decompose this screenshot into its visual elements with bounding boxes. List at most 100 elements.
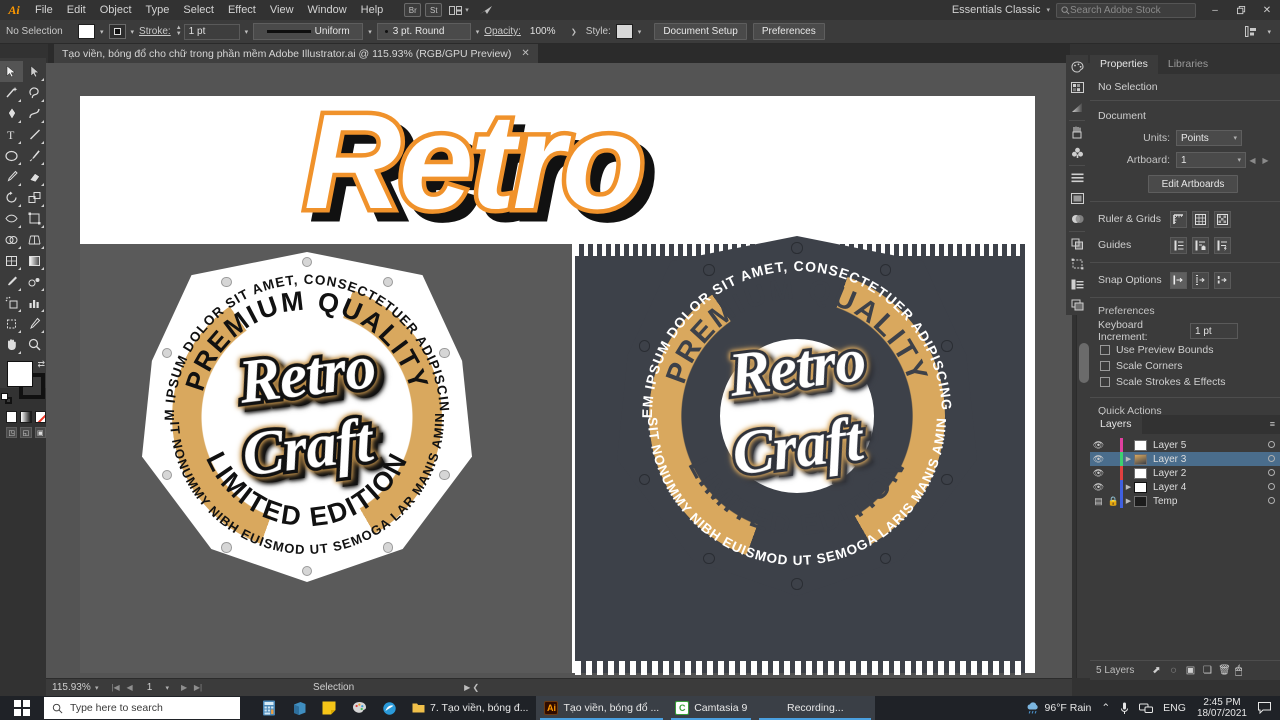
tool-width[interactable]: [0, 208, 23, 229]
align-options-icon[interactable]: [1245, 26, 1257, 37]
preferences-button[interactable]: Preferences: [752, 23, 825, 40]
tool-shape-builder[interactable]: [0, 229, 23, 250]
snap-to-pixel-icon[interactable]: [1214, 271, 1231, 289]
first-artboard-icon[interactable]: |◀: [109, 683, 123, 692]
align-dropdown-icon[interactable]: ▾: [1262, 28, 1276, 36]
tool-zoom[interactable]: [23, 334, 46, 355]
prev-artboard-icon[interactable]: ◀: [123, 683, 137, 692]
arrange-documents-icon[interactable]: ▾: [449, 5, 469, 15]
layer-name[interactable]: Layer 3: [1153, 454, 1262, 465]
canvas-area[interactable]: Retro LOREM IPSUM DOLOR SIT AMET, CONSEC…: [46, 63, 1072, 678]
start-button[interactable]: [0, 696, 44, 720]
next-artboard-button[interactable]: ▶: [1259, 152, 1272, 168]
tool-symbol-sprayer[interactable]: [0, 292, 23, 313]
color-guide-panel-icon[interactable]: [1066, 77, 1088, 97]
layer-expand-icon[interactable]: ▶: [1123, 455, 1134, 463]
layer-row-5[interactable]: ▤ 🔒 ▶ Temp: [1090, 494, 1280, 508]
layer-target-icon[interactable]: [1262, 454, 1280, 465]
stock-button[interactable]: St: [425, 3, 443, 17]
workspace-switcher-label[interactable]: Essentials Classic: [952, 4, 1044, 16]
color-swatch-button[interactable]: [6, 411, 18, 423]
scrollbar-thumb[interactable]: [1079, 343, 1089, 383]
transform-panel-icon[interactable]: [1066, 254, 1088, 274]
checkbox-box[interactable]: [1100, 361, 1110, 371]
layer-expand-icon[interactable]: ▶: [1123, 497, 1134, 505]
layer-visibility-icon[interactable]: 👁: [1090, 482, 1107, 493]
taskbar-clock[interactable]: 2:45 PM 18/07/2021: [1191, 697, 1253, 720]
network-icon[interactable]: [1134, 702, 1158, 714]
gradient-panel-icon[interactable]: [1066, 98, 1088, 118]
weather-widget[interactable]: 96°F Rain: [1021, 701, 1097, 715]
stroke-weight-dropdown-icon[interactable]: ▾: [240, 28, 254, 36]
show-guides-icon[interactable]: [1170, 236, 1187, 254]
tool-free-transform[interactable]: [23, 208, 46, 229]
layers-panel-icon[interactable]: [1066, 295, 1088, 315]
tool-mesh[interactable]: [0, 250, 23, 271]
tool-eraser[interactable]: [23, 166, 46, 187]
layer-visibility-icon[interactable]: 👁: [1090, 454, 1107, 465]
locate-object-icon[interactable]: ⬈: [1148, 665, 1165, 676]
artwork-panel-right[interactable]: EDITABLE: [575, 223, 1025, 673]
align-panel-icon[interactable]: [1066, 168, 1088, 188]
tool-column-graph[interactable]: [23, 292, 46, 313]
delete-selection-icon[interactable]: 🗑: [1216, 665, 1233, 676]
store-icon[interactable]: [284, 696, 314, 720]
artboard-select[interactable]: 1 ▾: [1176, 152, 1246, 168]
tool-eyedropper[interactable]: [0, 271, 23, 292]
pathfinder-panel-icon[interactable]: [1066, 234, 1088, 254]
style-dropdown-icon[interactable]: ▾: [633, 28, 647, 36]
layer-lock-icon[interactable]: 🔒: [1107, 496, 1120, 507]
paint3d-icon[interactable]: [374, 696, 404, 720]
gradient-swatch-button[interactable]: [20, 411, 32, 423]
badge-left[interactable]: LOREM IPSUM DOLOR SIT AMET, CONSECTETUER…: [136, 240, 472, 582]
layer-name[interactable]: Layer 5: [1153, 440, 1262, 451]
zoom-dropdown-icon[interactable]: ▾: [95, 684, 99, 692]
chevron-down-icon[interactable]: ▾: [1237, 156, 1241, 164]
checkbox-use-preview-bounds[interactable]: Use Preview Bounds: [1090, 342, 1280, 358]
taskbar-task-recording[interactable]: Recording...: [755, 696, 876, 720]
document-tab[interactable]: Tạo viền, bóng đổ cho chữ trong phần mềm…: [54, 44, 539, 63]
appearance-panel-icon[interactable]: [1066, 189, 1088, 209]
screen-mode-normal-icon[interactable]: ◳: [6, 427, 18, 438]
action-center-icon[interactable]: [1253, 702, 1276, 714]
snap-to-point-icon[interactable]: [1170, 271, 1187, 289]
tab-properties[interactable]: Properties: [1090, 55, 1158, 74]
opacity-input[interactable]: 100%: [526, 24, 566, 40]
keyboard-increment-input[interactable]: 1 pt: [1190, 323, 1238, 339]
brushes-panel-icon[interactable]: [1066, 123, 1088, 143]
stroke-dropdown-icon[interactable]: ▾: [126, 28, 140, 36]
menu-select[interactable]: Select: [176, 0, 221, 20]
document-setup-button[interactable]: Document Setup: [654, 23, 747, 40]
smart-guides-icon[interactable]: [1214, 236, 1231, 254]
chevron-down-icon[interactable]: ▾: [1233, 134, 1237, 142]
layer-row-4[interactable]: 👁 ▶ Layer 4: [1090, 480, 1280, 494]
next-artboard-icon[interactable]: ▶: [177, 683, 191, 692]
arrange-caret-icon[interactable]: ▾: [465, 6, 469, 14]
artwork-headline-retro[interactable]: Retro: [300, 83, 650, 240]
show-rulers-icon[interactable]: [1170, 210, 1187, 228]
create-new-layer-icon[interactable]: ❏: [1199, 665, 1216, 676]
window-minimize-button[interactable]: –: [1202, 0, 1228, 20]
make-clipping-mask-icon[interactable]: ◌: [1165, 665, 1182, 676]
layer-row-1[interactable]: 👁 Layer 5: [1090, 438, 1280, 452]
menu-file[interactable]: File: [28, 0, 60, 20]
screen-mode-fullscreen-menu-icon[interactable]: ◱: [20, 427, 32, 438]
checkbox-box[interactable]: [1100, 377, 1110, 387]
menu-effect[interactable]: Effect: [221, 0, 263, 20]
menu-help[interactable]: Help: [354, 0, 391, 20]
document-tab-close-icon[interactable]: ✕: [521, 48, 529, 59]
workspace-caret-icon[interactable]: ▾: [1046, 6, 1050, 14]
stroke-weight-input[interactable]: 1 pt: [183, 23, 240, 40]
graphic-style-swatch[interactable]: [615, 24, 633, 39]
tray-expand-icon[interactable]: ⌃: [1096, 702, 1115, 714]
fill-color-box[interactable]: [7, 361, 33, 387]
fill-color-swatch[interactable]: [78, 24, 95, 39]
menu-object[interactable]: Object: [93, 0, 139, 20]
zoom-level-input[interactable]: 115.93%: [46, 682, 92, 693]
lock-guides-icon[interactable]: [1192, 236, 1209, 254]
snap-to-grid-icon[interactable]: [1192, 271, 1209, 289]
layer-target-icon[interactable]: [1262, 468, 1280, 479]
layer-row-2[interactable]: 👁 ▶ Layer 3: [1090, 452, 1280, 466]
tool-pen[interactable]: [0, 103, 23, 124]
units-select[interactable]: Points ▾: [1176, 130, 1242, 146]
